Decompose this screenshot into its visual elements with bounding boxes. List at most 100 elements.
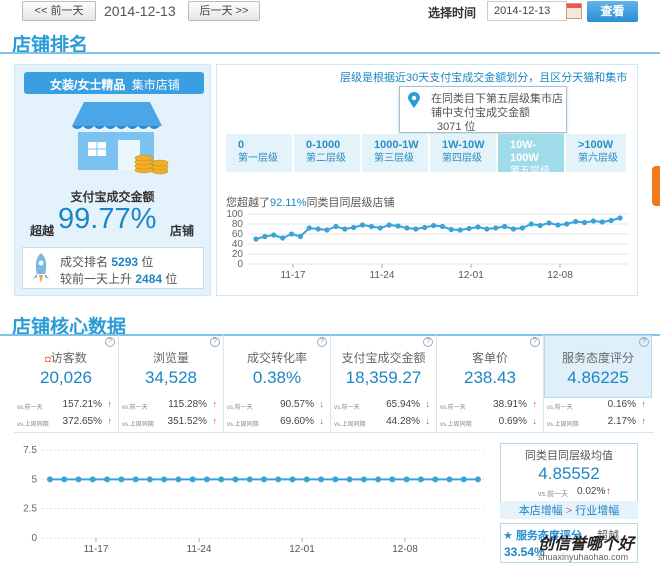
data-point[interactable] xyxy=(599,219,605,225)
data-point[interactable] xyxy=(395,223,401,229)
calendar-icon[interactable] xyxy=(566,3,582,19)
metric-card[interactable]: ? 浏览量 34,528 vs.前一天 115.28% ↑ vs.上周同期 351.52% ↑ xyxy=(119,335,224,433)
data-point[interactable] xyxy=(306,225,312,231)
help-icon[interactable]: ? xyxy=(639,337,649,347)
data-point[interactable] xyxy=(261,476,267,483)
data-point[interactable] xyxy=(315,226,321,232)
data-point[interactable] xyxy=(413,226,419,232)
help-icon[interactable]: ? xyxy=(317,337,327,347)
metric-card[interactable]: ? ◘访客数 20,026 vs.前一天 157.21% ↑ vs.上周同期 372.65% ↑ xyxy=(14,335,119,433)
data-point[interactable] xyxy=(475,476,481,483)
help-icon[interactable]: ? xyxy=(210,337,220,347)
data-point[interactable] xyxy=(446,476,453,483)
level-item[interactable]: 0 第一层级 xyxy=(226,134,294,172)
help-icon[interactable]: ? xyxy=(423,337,433,347)
data-point[interactable] xyxy=(422,224,428,231)
data-point[interactable] xyxy=(297,233,303,240)
level-item[interactable]: 1000-1W 第三层级 xyxy=(362,134,430,172)
data-point[interactable] xyxy=(484,226,490,232)
data-point[interactable] xyxy=(132,476,139,483)
data-point[interactable] xyxy=(47,476,53,483)
metric-card[interactable]: ? 服务态度评分 4.86225 vs.前一天 0.16% ↑ vs.上周同期 2.17% ↑ xyxy=(544,335,652,433)
level-item[interactable]: 0-1000 第二层级 xyxy=(294,134,362,172)
data-point[interactable] xyxy=(232,476,239,483)
data-point[interactable] xyxy=(546,220,552,226)
data-point[interactable] xyxy=(389,476,396,483)
industry-growth-link[interactable]: 行业增幅 xyxy=(575,505,619,517)
data-point[interactable] xyxy=(493,225,499,231)
data-point[interactable] xyxy=(262,233,268,240)
metric-card[interactable]: ? 支付宝成交金额 18,359.27 vs.前一天 65.94% ↓ vs.上周同期 44.… xyxy=(331,335,437,433)
data-point[interactable] xyxy=(510,226,517,232)
level-item-current[interactable]: 10W-100W 第五层级 xyxy=(498,134,566,177)
data-point[interactable] xyxy=(89,476,96,483)
data-point[interactable] xyxy=(386,222,392,228)
data-point[interactable] xyxy=(104,476,111,483)
data-point[interactable] xyxy=(375,476,382,483)
data-point[interactable] xyxy=(332,476,339,483)
data-point[interactable] xyxy=(253,236,259,242)
store-growth-link[interactable]: 本店增幅 xyxy=(519,505,563,517)
data-point[interactable] xyxy=(417,476,424,483)
help-icon[interactable]: ? xyxy=(105,337,115,347)
data-point[interactable] xyxy=(333,223,339,230)
data-point[interactable] xyxy=(457,227,463,233)
data-point[interactable] xyxy=(439,223,446,230)
data-point[interactable] xyxy=(218,476,225,483)
data-point[interactable] xyxy=(271,232,277,238)
data-point[interactable] xyxy=(617,215,623,221)
data-point[interactable] xyxy=(581,219,588,226)
data-point[interactable] xyxy=(359,222,366,228)
data-point[interactable] xyxy=(75,476,82,483)
data-point[interactable] xyxy=(346,476,353,483)
data-point[interactable] xyxy=(280,235,286,241)
data-point[interactable] xyxy=(555,222,561,228)
data-point[interactable] xyxy=(432,476,439,483)
prev-day-button[interactable]: << 前一天 xyxy=(22,1,96,21)
data-point[interactable] xyxy=(430,222,437,229)
level-item[interactable]: >100W 第六层级 xyxy=(566,134,628,172)
rank-label: 成交排名 xyxy=(60,255,109,269)
next-day-button[interactable]: 后一天 >> xyxy=(188,1,260,21)
data-point[interactable] xyxy=(288,231,295,237)
data-point[interactable] xyxy=(573,218,579,225)
data-point[interactable] xyxy=(275,476,282,483)
data-point[interactable] xyxy=(351,224,357,231)
data-point[interactable] xyxy=(368,223,375,230)
data-point[interactable] xyxy=(537,222,543,229)
data-point[interactable] xyxy=(118,476,125,483)
data-point[interactable] xyxy=(564,221,570,227)
data-point[interactable] xyxy=(519,225,525,231)
data-point[interactable] xyxy=(528,221,534,227)
level-item[interactable]: 1W-10W 第四层级 xyxy=(430,134,498,172)
data-point[interactable] xyxy=(404,225,410,231)
data-point[interactable] xyxy=(403,476,410,483)
data-point[interactable] xyxy=(460,476,467,483)
data-point[interactable] xyxy=(501,223,508,230)
data-point[interactable] xyxy=(377,225,383,231)
data-point[interactable] xyxy=(246,476,253,483)
date-input[interactable]: 2014-12-13 xyxy=(487,1,567,21)
side-tab[interactable] xyxy=(652,166,660,206)
data-point[interactable] xyxy=(318,476,325,483)
data-point[interactable] xyxy=(289,476,296,483)
data-point[interactable] xyxy=(608,217,614,224)
metric-card[interactable]: ? 成交转化率 0.38% vs.前一天 90.57% ↓ vs.上周同期 69.60% ↓ xyxy=(224,335,331,433)
data-point[interactable] xyxy=(161,476,168,483)
data-point[interactable] xyxy=(448,226,454,233)
data-point[interactable] xyxy=(189,476,196,483)
data-point[interactable] xyxy=(203,476,210,483)
data-point[interactable] xyxy=(475,224,481,230)
data-point[interactable] xyxy=(360,476,367,483)
help-icon[interactable]: ? xyxy=(530,337,540,347)
data-point[interactable] xyxy=(324,227,330,233)
data-point[interactable] xyxy=(590,218,596,224)
data-point[interactable] xyxy=(146,476,153,483)
data-point[interactable] xyxy=(466,225,472,232)
data-point[interactable] xyxy=(175,476,182,483)
data-point[interactable] xyxy=(303,476,310,483)
data-point[interactable] xyxy=(342,226,348,232)
metric-card[interactable]: ? 客单价 238.43 vs.前一天 38.91% ↑ vs.上周同期 0.69% ↓ xyxy=(437,335,544,433)
query-button[interactable]: 查看 xyxy=(587,1,638,22)
data-point[interactable] xyxy=(61,476,68,483)
